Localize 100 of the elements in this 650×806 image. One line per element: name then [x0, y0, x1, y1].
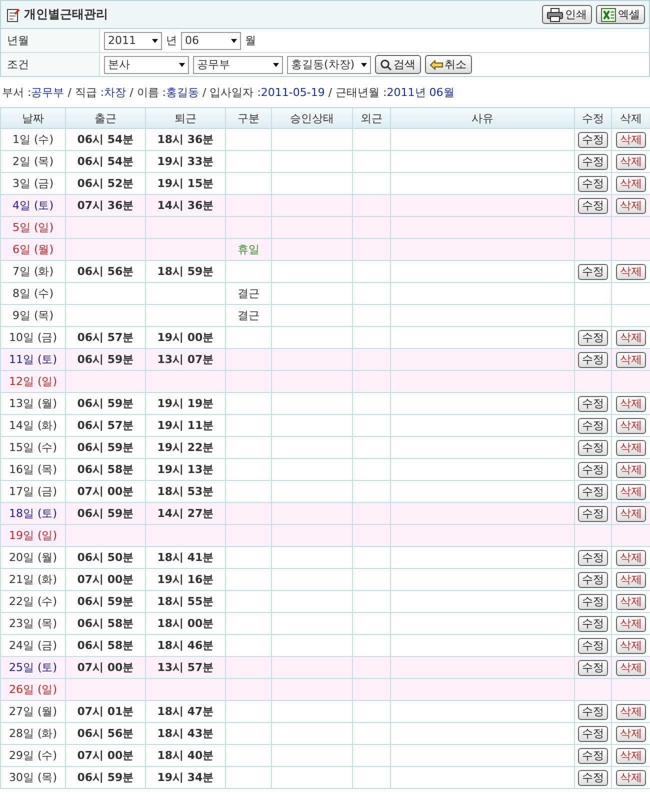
excel-button[interactable]: 엑셀: [596, 5, 645, 24]
edit-button[interactable]: 수정: [578, 462, 608, 478]
clock-in-time: 06시 56분: [77, 727, 134, 740]
edit-button[interactable]: 수정: [578, 132, 608, 148]
search-icon: [380, 58, 392, 70]
filter-label: 조건: [7, 58, 29, 72]
clock-out-time: 18시 40분: [157, 749, 214, 762]
date-cell: 20일 (월): [0, 546, 66, 568]
delete-button[interactable]: 삭제: [616, 198, 646, 214]
edit-button[interactable]: 수정: [578, 616, 608, 632]
column-header: 삭제: [612, 108, 650, 128]
date-cell: 22일 (수): [0, 590, 66, 612]
edit-button[interactable]: 수정: [578, 572, 608, 588]
clock-in-time: 06시 58분: [77, 639, 134, 652]
spreadsheet-icon: [601, 8, 616, 22]
edit-button[interactable]: 수정: [578, 484, 608, 500]
edit-button[interactable]: 수정: [578, 154, 608, 170]
clock-out-time: 19시 11분: [157, 419, 214, 432]
delete-button[interactable]: 삭제: [616, 616, 646, 632]
delete-button[interactable]: 삭제: [616, 726, 646, 742]
edit-button[interactable]: 수정: [578, 704, 608, 720]
clock-in-time: 06시 59분: [77, 397, 134, 410]
delete-button[interactable]: 삭제: [616, 704, 646, 720]
delete-button[interactable]: 삭제: [616, 462, 646, 478]
clock-out-time: 13시 07분: [157, 353, 214, 366]
column-header: 외근: [352, 108, 390, 128]
clock-in-time: 06시 50분: [77, 551, 134, 564]
clock-in-time: 06시 56분: [77, 265, 134, 278]
date-cell: 2일 (목): [0, 150, 66, 172]
clock-out-time: 18시 59분: [157, 265, 214, 278]
edit-button[interactable]: 수정: [578, 726, 608, 742]
dropdown[interactable]: 2011: [104, 32, 162, 50]
date-cell: 9일 (목): [0, 304, 66, 326]
delete-button[interactable]: 삭제: [616, 638, 646, 654]
edit-button[interactable]: 수정: [578, 176, 608, 192]
date-cell: 29일 (수): [0, 744, 66, 766]
delete-button[interactable]: 삭제: [616, 506, 646, 522]
edit-button[interactable]: 수정: [578, 506, 608, 522]
clock-in-time: 06시 59분: [77, 595, 134, 608]
delete-button[interactable]: 삭제: [616, 176, 646, 192]
dropdown[interactable]: 06: [181, 32, 241, 50]
date-cell: 8일 (수): [0, 282, 66, 304]
edit-button[interactable]: 수정: [578, 330, 608, 346]
dropdown[interactable]: 본사: [104, 56, 189, 74]
edit-button[interactable]: 수정: [578, 748, 608, 764]
delete-button[interactable]: 삭제: [616, 264, 646, 280]
delete-button[interactable]: 삭제: [616, 550, 646, 566]
clock-in-time: 06시 57분: [77, 331, 134, 344]
clock-in-time: 07시 00분: [77, 661, 134, 674]
delete-button[interactable]: 삭제: [616, 748, 646, 764]
dropdown[interactable]: 홍길동(차장): [287, 56, 371, 74]
edit-button[interactable]: 수정: [578, 418, 608, 434]
edit-button[interactable]: 수정: [578, 396, 608, 412]
date-cell: 7일 (화): [0, 260, 66, 282]
delete-button[interactable]: 삭제: [616, 154, 646, 170]
edit-button[interactable]: 수정: [578, 198, 608, 214]
delete-button[interactable]: 삭제: [616, 330, 646, 346]
attendance-status: 결근: [238, 309, 260, 322]
clock-in-time: 06시 58분: [77, 463, 134, 476]
clock-out-time: 19시 19분: [157, 397, 214, 410]
clock-out-time: 18시 00분: [157, 617, 214, 630]
edit-button[interactable]: 수정: [578, 264, 608, 280]
date-cell: 6일 (월): [0, 238, 66, 260]
edit-button[interactable]: 수정: [578, 440, 608, 456]
edit-button[interactable]: 수정: [578, 594, 608, 610]
delete-button[interactable]: 삭제: [616, 594, 646, 610]
edit-button[interactable]: 수정: [578, 550, 608, 566]
print-button[interactable]: 인쇄: [542, 5, 592, 24]
dropdown[interactable]: 공무부: [193, 56, 283, 74]
column-header: 퇴근: [146, 108, 226, 128]
delete-button[interactable]: 삭제: [616, 132, 646, 148]
cancel-button[interactable]: 취소: [424, 55, 472, 74]
search-button[interactable]: 검색: [374, 55, 421, 74]
clock-out-time: 19시 34분: [157, 771, 214, 784]
clock-in-time: 06시 59분: [77, 441, 134, 454]
date-cell: 23일 (목): [0, 612, 66, 634]
delete-button[interactable]: 삭제: [616, 572, 646, 588]
date-cell: 30일 (목): [0, 766, 66, 788]
delete-button[interactable]: 삭제: [616, 440, 646, 456]
date-cell: 21일 (화): [0, 568, 66, 590]
clock-in-time: 06시 59분: [77, 507, 134, 520]
edit-button[interactable]: 수정: [578, 352, 608, 368]
delete-button[interactable]: 삭제: [616, 396, 646, 412]
clock-in-time: 06시 54분: [77, 133, 134, 146]
clock-out-time: 19시 33분: [157, 155, 214, 168]
employee-info: 부서 :공무부 / 직급 :차장 / 이름 :홍길동 / 입사일자 :2011-05-19 / 근태년월 :2011년 06월: [1, 85, 456, 101]
delete-button[interactable]: 삭제: [616, 770, 646, 786]
clock-out-time: 19시 13분: [157, 463, 214, 476]
column-header: 승인상태: [272, 108, 352, 128]
clock-in-time: 07시 00분: [77, 573, 134, 586]
delete-button[interactable]: 삭제: [616, 418, 646, 434]
date-cell: 15일 (수): [0, 436, 66, 458]
notepad-icon: [7, 8, 20, 22]
delete-button[interactable]: 삭제: [616, 352, 646, 368]
delete-button[interactable]: 삭제: [616, 484, 646, 500]
delete-button[interactable]: 삭제: [616, 660, 646, 676]
clock-in-time: 06시 59분: [77, 353, 134, 366]
edit-button[interactable]: 수정: [578, 638, 608, 654]
edit-button[interactable]: 수정: [578, 770, 608, 786]
edit-button[interactable]: 수정: [578, 660, 608, 676]
